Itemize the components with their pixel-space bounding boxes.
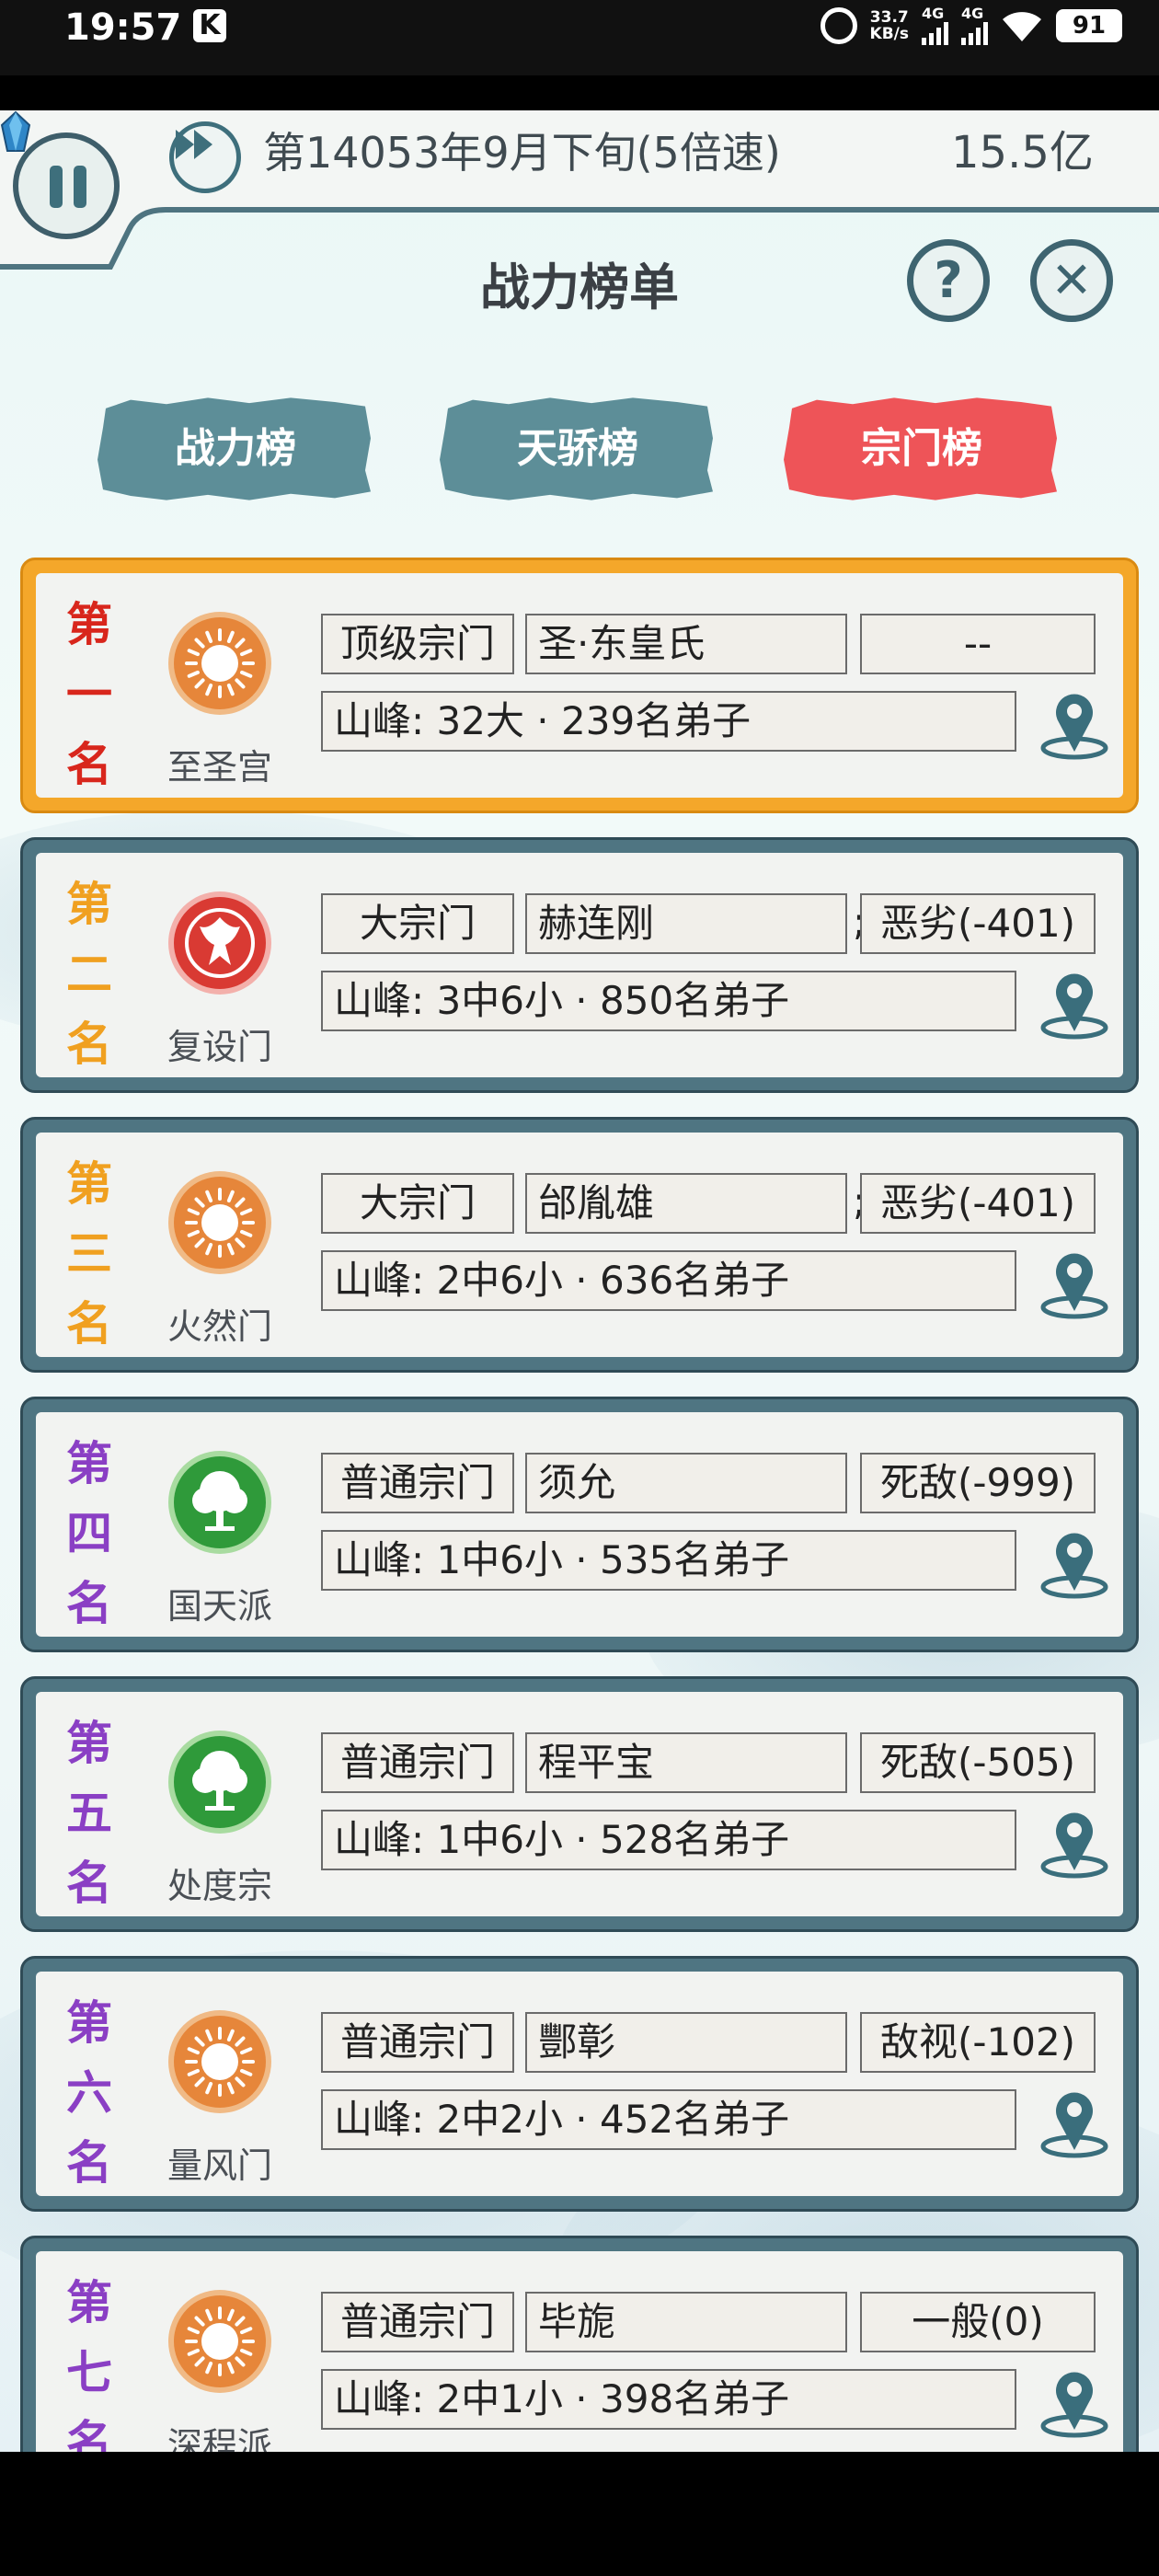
wifi-icon (1003, 12, 1041, 41)
phoenix-emblem-icon (166, 890, 273, 996)
sect-relation: 敌视(-102) (860, 2012, 1096, 2073)
close-icon: ✕ (1050, 251, 1093, 309)
notch-gap (0, 75, 1159, 110)
sect-name: 量风门 (166, 2145, 272, 2186)
sim2-signal-icon: 4G (961, 6, 988, 45)
sun-emblem-icon (166, 2288, 273, 2395)
rank-label: 第 三 名 (66, 1156, 112, 1351)
location-pin-icon[interactable] (1035, 682, 1114, 761)
sect-ranking-card[interactable]: 第 一 名 至圣宫 顶级宗门 圣·东皇氏 -- 山峰: 32大 · 239名弟子 (20, 558, 1139, 813)
tree-emblem-icon (166, 1729, 273, 1835)
sim1-signal-icon: 4G (922, 6, 948, 45)
rank-label: 第 七 名 (66, 2275, 112, 2452)
sect-relation: -- (860, 614, 1096, 674)
card-body: 第 二 名 复设门 大宗门 赫连刚 ; 恶劣(-401) 山峰: 3中6小 · … (36, 853, 1123, 1077)
sect-grade: 普通宗门 (321, 2012, 514, 2073)
sect-ranking-card[interactable]: 第 七 名 深程派 普通宗门 毕旎 一般(0) 山峰: 2中1小 · 398名弟… (20, 2236, 1139, 2452)
location-pin-icon[interactable] (1035, 1241, 1114, 1320)
help-button[interactable]: ? (907, 239, 990, 322)
sect-master: 圣·东皇氏 (525, 614, 847, 674)
sect-grade: 普通宗门 (321, 1732, 514, 1793)
sect-master: 毕旎 (525, 2292, 847, 2352)
spirit-stone-count: 15.5亿 (951, 127, 1094, 178)
sect-ranking-card[interactable]: 第 六 名 量风门 普通宗门 酆彰 敌视(-102) 山峰: 2中2小 · 45… (20, 1956, 1139, 2212)
sun-emblem-icon (166, 2008, 273, 2115)
sect-name: 处度宗 (166, 1866, 272, 1906)
sect-mountains: 山峰: 1中6小 · 535名弟子 (321, 1530, 1016, 1591)
clock: 19:57 (64, 6, 182, 49)
app-notification-icon: K (193, 9, 226, 42)
sect-ranking-card[interactable]: 第 五 名 处度宗 普通宗门 程平宝 死敌(-505) 山峰: 1中6小 · 5… (20, 1676, 1139, 1932)
top-hud: 第14053年9月下旬(5倍速) 15.5亿 (0, 110, 1159, 270)
sect-relation: 恶劣(-401) (860, 893, 1096, 954)
sect-mountains: 山峰: 2中2小 · 452名弟子 (321, 2089, 1016, 2150)
card-body: 第 七 名 深程派 普通宗门 毕旎 一般(0) 山峰: 2中1小 · 398名弟… (36, 2251, 1123, 2452)
game-screen: 第14053年9月下旬(5倍速) 15.5亿 战力榜单 ? ✕ 战力榜 天骄榜 宗门… (0, 110, 1159, 2452)
tab-prodigy-ranking[interactable]: 天骄榜 (440, 397, 713, 500)
sect-mountains: 山峰: 2中6小 · 636名弟子 (321, 1250, 1016, 1311)
sect-grade: 普通宗门 (321, 2292, 514, 2352)
sect-master: 程平宝 (525, 1732, 847, 1793)
pause-button[interactable] (13, 132, 120, 239)
game-date: 第14053年9月下旬(5倍速) (263, 128, 781, 178)
sect-master: 须允 (525, 1453, 847, 1513)
rank-label: 第 五 名 (66, 1716, 112, 1910)
location-pin-icon[interactable] (1035, 1800, 1114, 1880)
sect-grade: 大宗门 (321, 893, 514, 954)
sect-name: 火然门 (166, 1306, 272, 1347)
sect-grade: 普通宗门 (321, 1453, 514, 1513)
sect-grade: 顶级宗门 (321, 614, 514, 674)
sect-ranking-card[interactable]: 第 三 名 火然门 大宗门 邰胤雄 ; 恶劣(-401) 山峰: 2中6小 · … (20, 1117, 1139, 1373)
card-body: 第 六 名 量风门 普通宗门 酆彰 敌视(-102) 山峰: 2中2小 · 45… (36, 1972, 1123, 2196)
sect-mountains: 山峰: 2中1小 · 398名弟子 (321, 2369, 1016, 2430)
location-pin-icon[interactable] (1035, 1521, 1114, 1600)
sect-mountains: 山峰: 3中6小 · 850名弟子 (321, 971, 1016, 1031)
tree-emblem-icon (166, 1449, 273, 1556)
sect-master: 邰胤雄 (525, 1173, 847, 1234)
rank-label: 第 六 名 (66, 1995, 112, 2190)
sun-emblem-icon (166, 610, 273, 717)
sect-relation: 恶劣(-401) (860, 1173, 1096, 1234)
sect-master: 赫连刚 (525, 893, 847, 954)
sect-mountains: 山峰: 32大 · 239名弟子 (321, 691, 1016, 752)
location-pin-icon[interactable] (1035, 2360, 1114, 2439)
card-body: 第 五 名 处度宗 普通宗门 程平宝 死敌(-505) 山峰: 1中6小 · 5… (36, 1692, 1123, 1916)
fast-forward-icon (176, 130, 212, 159)
card-body: 第 四 名 国天派 普通宗门 须允 死敌(-999) 山峰: 1中6小 · 53… (36, 1412, 1123, 1637)
sect-ranking-card[interactable]: 第 二 名 复设门 大宗门 赫连刚 ; 恶劣(-401) 山峰: 3中6小 · … (20, 837, 1139, 1093)
rank-label: 第 四 名 (66, 1436, 112, 1630)
sect-grade: 大宗门 (321, 1173, 514, 1234)
fast-forward-button[interactable] (169, 121, 241, 193)
network-speed: 33.7 KB/s (869, 8, 909, 43)
tab-power-ranking[interactable]: 战力榜 (98, 397, 371, 500)
sect-relation: 死敌(-999) (860, 1453, 1096, 1513)
rank-label: 第 二 名 (66, 877, 112, 1071)
location-pin-icon[interactable] (1035, 961, 1114, 1041)
sect-ranking-card[interactable]: 第 四 名 国天派 普通宗门 须允 死敌(-999) 山峰: 1中6小 · 53… (20, 1397, 1139, 1652)
sect-relation: 一般(0) (860, 2292, 1096, 2352)
alarm-icon (820, 7, 857, 44)
rank-label: 第 一 名 (66, 597, 112, 791)
sect-mountains: 山峰: 1中6小 · 528名弟子 (321, 1810, 1016, 1870)
tab-sect-ranking[interactable]: 宗门榜 (784, 397, 1057, 500)
battery-indicator: 91 (1056, 9, 1122, 42)
spirit-stone-icon (0, 110, 31, 152)
sect-name: 深程派 (166, 2425, 272, 2452)
card-body: 第 一 名 至圣宫 顶级宗门 圣·东皇氏 -- 山峰: 32大 · 239名弟子 (36, 573, 1123, 798)
close-button[interactable]: ✕ (1030, 239, 1113, 322)
help-icon: ? (934, 251, 963, 309)
status-bar: 19:57 K 33.7 KB/s 4G 4G 91 (0, 0, 1159, 75)
sect-name: 复设门 (166, 1027, 272, 1067)
sect-master: 酆彰 (525, 2012, 847, 2073)
card-body: 第 三 名 火然门 大宗门 邰胤雄 ; 恶劣(-401) 山峰: 2中6小 · … (36, 1133, 1123, 1357)
sun-emblem-icon (166, 1169, 273, 1276)
sect-relation: 死敌(-505) (860, 1732, 1096, 1793)
sect-name: 国天派 (166, 1586, 272, 1627)
location-pin-icon[interactable] (1035, 2080, 1114, 2159)
sect-name: 至圣宫 (166, 747, 272, 788)
